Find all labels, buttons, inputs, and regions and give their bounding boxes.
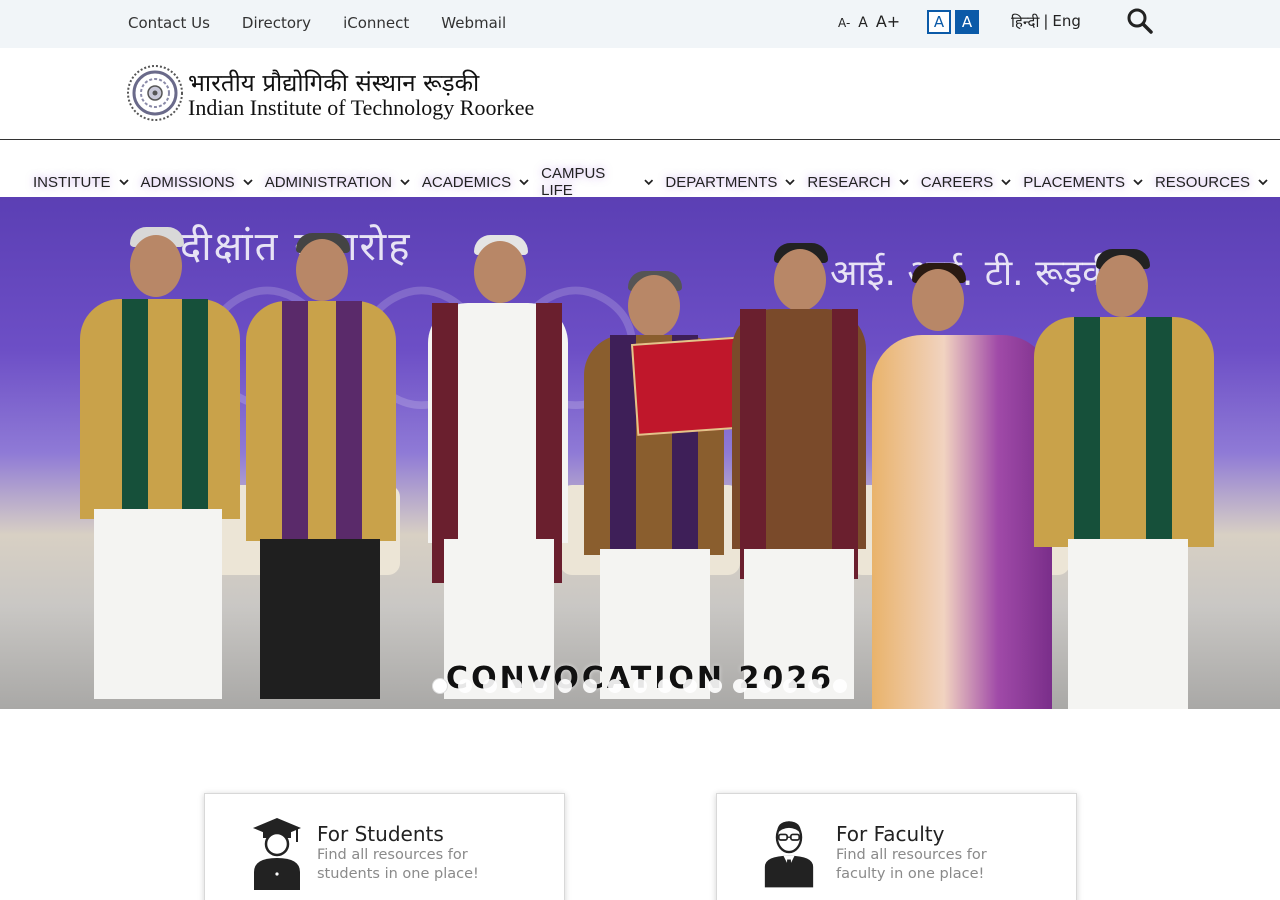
chevron-down-icon (118, 179, 129, 186)
nav-item-admissions[interactable]: ADMISSIONS (141, 165, 253, 199)
carousel-dot[interactable] (783, 679, 797, 693)
webmail-link[interactable]: Webmail (441, 14, 506, 32)
font-increase-button[interactable]: A+ (876, 12, 900, 31)
hero-person (428, 209, 568, 709)
carousel-dot[interactable] (458, 679, 472, 693)
english-language-link[interactable]: Eng (1052, 12, 1081, 32)
nav-item-label: RESOURCES (1154, 173, 1250, 191)
carousel-dot[interactable] (633, 679, 647, 693)
carousel-dot[interactable] (833, 679, 847, 693)
nav-item-careers[interactable]: CAREERS (921, 165, 1012, 199)
nav-item-campus-life[interactable]: CAMPUS LIFE (541, 165, 654, 199)
hero-carousel[interactable]: ◯◯◯ दीक्षांत समारोह आई. आई. टी. रूड़की (0, 197, 1280, 709)
nav-item-label: CAREERS (920, 173, 994, 191)
nav-item-academics[interactable]: ACADEMICS (422, 165, 529, 199)
faculty-card-description: Find all resources for faculty in one pl… (836, 847, 987, 882)
dark-contrast-button[interactable]: A (955, 10, 979, 34)
carousel-dot[interactable] (808, 679, 822, 693)
main-navigation: INSTITUTE ADMISSIONS ADMINISTRATION ACAD… (0, 141, 1280, 199)
search-icon[interactable] (1126, 7, 1154, 35)
faculty-person-icon (764, 821, 814, 888)
contrast-controls: A A (927, 10, 979, 34)
carousel-dot[interactable] (558, 679, 572, 693)
nav-item-institute[interactable]: INSTITUTE (33, 165, 129, 199)
graduate-student-icon (253, 818, 301, 890)
nav-item-label: ACADEMICS (421, 173, 512, 191)
language-switcher: हिन्दी | Eng (1011, 12, 1081, 32)
nav-item-label: PLACEMENTS (1023, 173, 1125, 191)
nav-item-label: DEPARTMENTS (665, 173, 778, 191)
chevron-down-icon (899, 179, 909, 186)
carousel-dot[interactable] (433, 679, 447, 693)
nav-item-administration[interactable]: ADMINISTRATION (265, 165, 410, 199)
chevron-down-icon (1258, 179, 1268, 186)
nav-item-label: ADMINISTRATION (264, 173, 392, 191)
chevron-down-icon (1001, 179, 1011, 186)
chevron-down-icon (1133, 179, 1143, 186)
iconnect-link[interactable]: iConnect (343, 14, 409, 32)
light-contrast-button[interactable]: A (927, 10, 951, 34)
chevron-down-icon (644, 179, 654, 186)
language-separator: | (1043, 12, 1049, 30)
top-utility-bar: Contact Us Directory iConnect Webmail A-… (0, 0, 1280, 48)
font-size-controls: A- A A+ (838, 12, 900, 31)
hero-person (1034, 209, 1214, 709)
chevron-down-icon (243, 179, 253, 186)
logo-english-text: Indian Institute of Technology Roorkee (188, 95, 535, 120)
chevron-down-icon (785, 179, 796, 186)
faculty-card-title: For Faculty (836, 822, 945, 846)
carousel-dot[interactable] (508, 679, 522, 693)
carousel-dot[interactable] (758, 679, 772, 693)
carousel-dot[interactable] (658, 679, 672, 693)
contact-us-link[interactable]: Contact Us (128, 14, 210, 32)
iitr-emblem-icon[interactable] (126, 64, 184, 122)
nav-item-label: CAMPUS LIFE (541, 165, 606, 199)
hero-person (732, 209, 866, 709)
top-links: Contact Us Directory iConnect Webmail (128, 14, 506, 32)
students-card-title: For Students (317, 822, 444, 846)
chevron-down-icon (400, 179, 410, 186)
hero-person (246, 209, 396, 709)
faculty-card[interactable]: For Faculty Find all resources for facul… (716, 793, 1077, 900)
carousel-dot[interactable] (608, 679, 622, 693)
nav-item-research[interactable]: RESEARCH (807, 165, 909, 199)
carousel-dot[interactable] (683, 679, 697, 693)
font-reset-button[interactable]: A (858, 15, 868, 31)
directory-link[interactable]: Directory (242, 14, 311, 32)
nav-item-label: ADMISSIONS (140, 173, 235, 191)
hero-person (72, 209, 242, 709)
carousel-dot[interactable] (733, 679, 747, 693)
chevron-down-icon (519, 179, 529, 186)
students-card-description: Find all resources for students in one p… (317, 847, 479, 882)
carousel-dot[interactable] (483, 679, 497, 693)
students-card[interactable]: For Students Find all resources for stud… (204, 793, 565, 900)
carousel-indicators (433, 679, 847, 693)
nav-item-resources[interactable]: RESOURCES (1155, 165, 1268, 199)
hindi-language-link[interactable]: हिन्दी (1011, 12, 1039, 32)
nav-item-label: RESEARCH (807, 173, 891, 191)
nav-item-label: INSTITUTE (33, 173, 111, 191)
carousel-dot[interactable] (583, 679, 597, 693)
site-header: भारतीय प्रौद्योगिकी संस्थान रूड़की India… (0, 48, 1280, 140)
nav-item-departments[interactable]: DEPARTMENTS (665, 165, 796, 199)
hero-person (584, 209, 724, 709)
carousel-dot[interactable] (708, 679, 722, 693)
nav-item-placements[interactable]: PLACEMENTS (1023, 165, 1143, 199)
font-decrease-button[interactable]: A- (838, 16, 850, 30)
carousel-dot[interactable] (533, 679, 547, 693)
hero-person (872, 209, 1052, 709)
